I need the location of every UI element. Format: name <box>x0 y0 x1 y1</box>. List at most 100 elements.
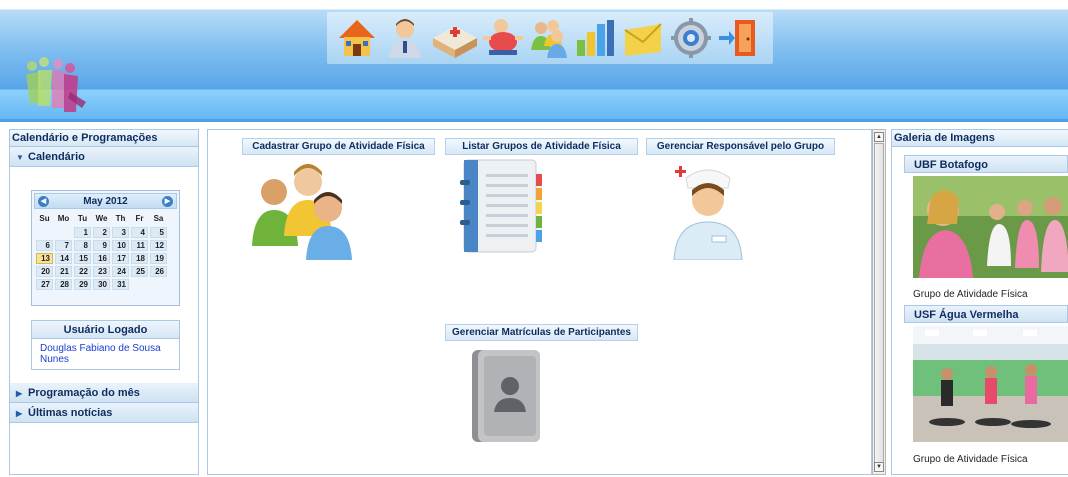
calendar-day[interactable]: 15 <box>74 253 91 264</box>
chevron-down-icon: ▼ <box>16 153 24 162</box>
groups-icon[interactable] <box>527 16 571 60</box>
calendar-week: 6 7 8 9 10 11 12 <box>36 240 167 251</box>
calendar-day[interactable]: 8 <box>74 240 91 251</box>
reports-chart-icon[interactable] <box>573 16 617 60</box>
calendar-month-label: May 2012 <box>83 196 128 207</box>
calendar-day[interactable]: 19 <box>150 253 167 264</box>
messages-envelope-icon[interactable] <box>621 16 665 60</box>
scroll-up-icon[interactable]: ▲ <box>874 132 884 142</box>
group-people-icon[interactable] <box>250 160 356 260</box>
nurse-icon[interactable] <box>668 160 748 260</box>
weekday-label: Su <box>39 214 50 223</box>
accordion-calendario-label: Calendário <box>28 151 85 163</box>
scroll-down-icon[interactable]: ▼ <box>874 462 884 472</box>
logged-user-box: Usuário Logado Douglas Fabiano de Sousa … <box>31 320 180 370</box>
calendar-day[interactable]: 12 <box>150 240 167 251</box>
calendar-week: 13 14 15 16 17 18 19 <box>36 253 167 264</box>
prev-month-icon[interactable]: ◀ <box>38 196 49 207</box>
calendar-day[interactable]: 30 <box>93 279 110 290</box>
weekday-label: We <box>95 214 108 223</box>
weekday-label: Fr <box>135 214 144 223</box>
gallery-item-2-title: USF Água Vermelha <box>904 305 1068 323</box>
logged-user-name[interactable]: Douglas Fabiano de Sousa Nunes <box>32 339 179 369</box>
exit-door-icon[interactable] <box>717 16 761 60</box>
calendar-day[interactable]: 6 <box>36 240 53 251</box>
gallery-photo-agua-vermelha[interactable] <box>913 326 1068 442</box>
weekday-label: Th <box>115 214 126 223</box>
accordion-calendario[interactable]: ▼ Calendário <box>10 147 198 167</box>
calendar-day[interactable]: 9 <box>93 240 110 251</box>
calendar-grid: Su Mo Tu We Th Fr Sa 1 2 3 4 5 6 7 8 9 10 11 12 13 14 15 16 17… <box>34 210 169 292</box>
app-logo <box>26 57 86 112</box>
gallery-panel-title: Galeria de Imagens <box>892 130 1068 147</box>
calendar-panel: Calendário e Programações ▼ Calendário ◀ … <box>9 129 199 475</box>
calendar-day[interactable]: 14 <box>55 253 72 264</box>
main-toolbar <box>327 12 773 64</box>
calendar-day[interactable]: 26 <box>150 266 167 277</box>
calendar-day[interactable]: 31 <box>112 279 129 290</box>
calendar-week: 27 28 29 30 31 <box>36 279 167 290</box>
accordion-programacao-label: Programação do mês <box>28 387 140 399</box>
tile-matriculas-title[interactable]: Gerenciar Matrículas de Participantes <box>445 324 638 341</box>
calendar-day[interactable]: 1 <box>74 227 91 238</box>
calendar-day[interactable]: 25 <box>131 266 148 277</box>
gallery-item-1-title: UBF Botafogo <box>904 155 1068 173</box>
list-notebook-icon[interactable] <box>458 158 548 258</box>
contacts-book-icon[interactable] <box>468 346 548 446</box>
gallery-item-2-caption: Grupo de Atividade Física <box>913 454 1028 465</box>
gallery-panel: Galeria de Imagens UBF Botafogo Grupo de… <box>891 129 1068 475</box>
calendar-day[interactable]: 29 <box>74 279 91 290</box>
calendar-day[interactable]: 10 <box>112 240 129 251</box>
calendar-widget: ◀ May 2012 ▶ Su Mo Tu We Th Fr Sa 1 2 3 4 5 6 7 8 9 10 1… <box>31 190 180 306</box>
calendar-empty-cell <box>150 279 167 290</box>
calendar-day[interactable]: 18 <box>131 253 148 264</box>
calendar-day[interactable]: 28 <box>55 279 72 290</box>
weekday-label: Sa <box>153 214 164 223</box>
next-month-icon[interactable]: ▶ <box>162 196 173 207</box>
calendar-panel-title: Calendário e Programações <box>10 130 198 147</box>
home-icon[interactable] <box>335 16 379 60</box>
accordion-noticias-label: Últimas notícias <box>28 407 113 419</box>
calendar-day[interactable]: 2 <box>93 227 110 238</box>
user-icon[interactable] <box>383 16 427 60</box>
gallery-photo-botafogo[interactable] <box>913 176 1068 278</box>
calendar-day[interactable]: 20 <box>36 266 53 277</box>
calendar-day[interactable]: 16 <box>93 253 110 264</box>
logged-user-title: Usuário Logado <box>32 321 179 339</box>
calendar-day[interactable]: 4 <box>131 227 148 238</box>
scroll-thumb[interactable] <box>874 143 884 463</box>
calendar-day[interactable]: 21 <box>55 266 72 277</box>
calendar-empty-cell <box>36 227 53 238</box>
calendar-day[interactable]: 22 <box>74 266 91 277</box>
calendar-week: 20 21 22 23 24 25 26 <box>36 266 167 277</box>
weekday-label: Tu <box>77 214 88 223</box>
calendar-empty-cell <box>55 227 72 238</box>
tile-responsavel-title[interactable]: Gerenciar Responsável pelo Grupo <box>646 138 835 155</box>
calendar-day[interactable]: 17 <box>112 253 129 264</box>
calendar-day[interactable]: 3 <box>112 227 129 238</box>
calendar-empty-cell <box>131 279 148 290</box>
chevron-right-icon: ▶ <box>16 389 23 398</box>
header-banner <box>0 0 1068 122</box>
chevron-right-icon: ▶ <box>16 409 23 418</box>
tile-listar-title[interactable]: Listar Grupos de Atividade Física <box>445 138 638 155</box>
calendar-day[interactable]: 7 <box>55 240 72 251</box>
calendar-day[interactable]: 5 <box>150 227 167 238</box>
center-scrollbar[interactable]: ▲ ▼ <box>872 129 886 475</box>
header-divider <box>0 119 1068 122</box>
calendar-day[interactable]: 23 <box>93 266 110 277</box>
accordion-noticias[interactable]: ▶ Últimas notícias <box>10 403 198 423</box>
calendar-day[interactable]: 11 <box>131 240 148 251</box>
weekday-label: Mo <box>57 214 70 223</box>
tile-cadastrar-title[interactable]: Cadastrar Grupo de Atividade Física <box>242 138 435 155</box>
calendar-day[interactable]: 27 <box>36 279 53 290</box>
gallery-item-1-caption: Grupo de Atividade Física <box>913 289 1028 300</box>
calendar-header: ◀ May 2012 ▶ <box>34 193 177 209</box>
accordion-programacao[interactable]: ▶ Programação do mês <box>10 383 198 403</box>
calendar-day[interactable]: 13 <box>36 253 53 264</box>
health-unit-icon[interactable] <box>429 16 481 60</box>
settings-gear-icon[interactable] <box>669 16 713 60</box>
calendar-day[interactable]: 24 <box>112 266 129 277</box>
main-content: Cadastrar Grupo de Atividade Física List… <box>207 129 872 475</box>
activity-icon[interactable] <box>481 16 525 60</box>
